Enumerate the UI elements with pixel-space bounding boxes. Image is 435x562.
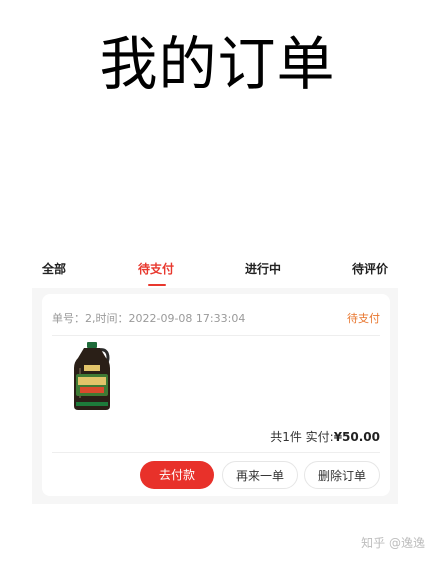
- soy-sauce-bottle-icon: [74, 342, 110, 410]
- active-tab-indicator: [148, 284, 166, 286]
- pay-button[interactable]: 去付款: [140, 461, 214, 489]
- divider: [52, 335, 380, 336]
- reorder-button[interactable]: 再来一单: [222, 461, 298, 489]
- order-card[interactable]: 单号：2,时间：2022-09-08 17:33:04 待支付 共1件 实付:¥…: [42, 294, 390, 496]
- tab-pending-review[interactable]: 待评价: [352, 260, 388, 277]
- tab-pending-payment[interactable]: 待支付: [138, 260, 174, 277]
- order-list-screen: 全部 待支付 进行中 待评价 单号：2,时间：2022-09-08 17:33:…: [32, 248, 398, 504]
- product-image[interactable]: [54, 338, 130, 414]
- order-status: 待支付: [347, 312, 380, 325]
- page-title: 我的订单: [99, 30, 336, 98]
- order-total: ¥50.00: [333, 430, 380, 444]
- order-info: 单号：2,时间：2022-09-08 17:33:04: [52, 312, 246, 325]
- tab-all[interactable]: 全部: [42, 260, 66, 277]
- delete-order-button[interactable]: 删除订单: [304, 461, 380, 489]
- order-count-text: 共1件 实付:: [270, 430, 334, 444]
- order-summary: 共1件 实付:¥50.00: [270, 428, 380, 445]
- watermark: 知乎 @逸逸: [361, 536, 425, 550]
- tab-in-progress[interactable]: 进行中: [245, 260, 281, 277]
- divider: [52, 452, 380, 453]
- order-tabs: 全部 待支付 进行中 待评价: [32, 248, 398, 288]
